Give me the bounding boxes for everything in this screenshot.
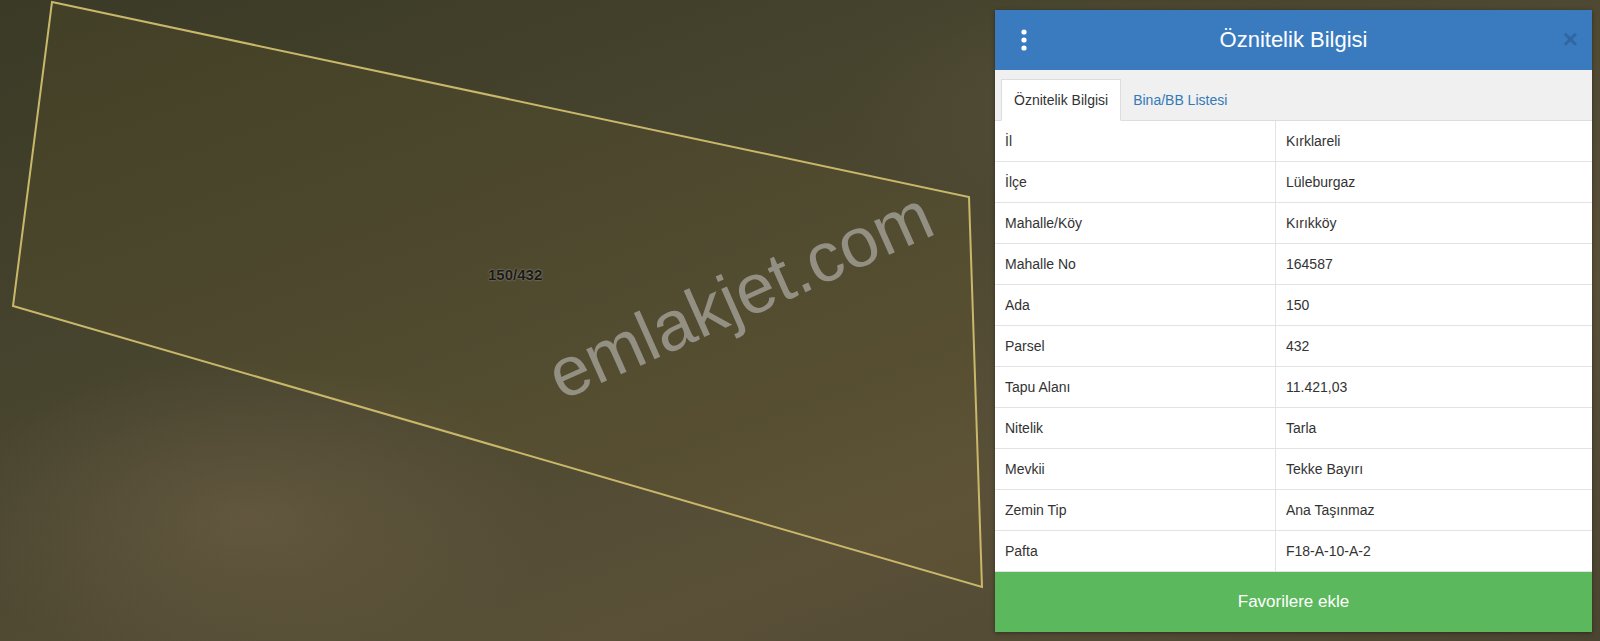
tab-bar: Öznitelik BilgisiBina/BB Listesi bbox=[995, 70, 1592, 121]
attribute-row: İlçeLüleburgaz bbox=[995, 162, 1592, 203]
attribute-value: Lüleburgaz bbox=[1276, 162, 1592, 202]
attribute-label: Mahalle No bbox=[995, 244, 1276, 284]
map-view[interactable]: 150/432emlakjet.comÖznitelik Bilgisi×Özn… bbox=[0, 0, 1600, 641]
attribute-label: Pafta bbox=[995, 531, 1276, 571]
menu-dots-icon[interactable] bbox=[1019, 28, 1029, 52]
attribute-table: İlKırklareliİlçeLüleburgazMahalle/KöyKır… bbox=[995, 121, 1592, 572]
attribute-value: Kırıkköy bbox=[1276, 203, 1592, 243]
attribute-label: Mahalle/Köy bbox=[995, 203, 1276, 243]
attribute-label: Tapu Alanı bbox=[995, 367, 1276, 407]
attribute-label: Zemin Tip bbox=[995, 490, 1276, 530]
parcel-boundary[interactable] bbox=[13, 2, 982, 587]
attribute-row: NitelikTarla bbox=[995, 408, 1592, 449]
attribute-label: Mevkii bbox=[995, 449, 1276, 489]
attribute-value: Tekke Bayırı bbox=[1276, 449, 1592, 489]
close-button[interactable]: × bbox=[1563, 24, 1578, 55]
panel-title: Öznitelik Bilgisi bbox=[1220, 27, 1368, 53]
attribute-row: Mahalle No164587 bbox=[995, 244, 1592, 285]
attribute-row: Mahalle/KöyKırıkköy bbox=[995, 203, 1592, 244]
attribute-panel: Öznitelik Bilgisi×Öznitelik BilgisiBina/… bbox=[995, 10, 1592, 632]
attribute-row: MevkiiTekke Bayırı bbox=[995, 449, 1592, 490]
attribute-row: Parsel432 bbox=[995, 326, 1592, 367]
attribute-label: İlçe bbox=[995, 162, 1276, 202]
attribute-value: Kırklareli bbox=[1276, 121, 1592, 161]
attribute-value: Tarla bbox=[1276, 408, 1592, 448]
attribute-row: Tapu Alanı11.421,03 bbox=[995, 367, 1592, 408]
attribute-value: 150 bbox=[1276, 285, 1592, 325]
tab[interactable]: Bina/BB Listesi bbox=[1121, 80, 1239, 120]
attribute-row: PaftaF18-A-10-A-2 bbox=[995, 531, 1592, 572]
tab[interactable]: Öznitelik Bilgisi bbox=[1001, 79, 1121, 121]
attribute-value: 164587 bbox=[1276, 244, 1592, 284]
attribute-label: İl bbox=[995, 121, 1276, 161]
attribute-value: 432 bbox=[1276, 326, 1592, 366]
parcel-label: 150/432 bbox=[488, 266, 542, 283]
attribute-label: Ada bbox=[995, 285, 1276, 325]
attribute-label: Nitelik bbox=[995, 408, 1276, 448]
panel-header: Öznitelik Bilgisi × bbox=[995, 10, 1592, 70]
attribute-row: Zemin TipAna Taşınmaz bbox=[995, 490, 1592, 531]
attribute-row: İlKırklareli bbox=[995, 121, 1592, 162]
attribute-label: Parsel bbox=[995, 326, 1276, 366]
attribute-row: Ada150 bbox=[995, 285, 1592, 326]
favorite-button[interactable]: Favorilere ekle bbox=[995, 572, 1592, 632]
attribute-value: 11.421,03 bbox=[1276, 367, 1592, 407]
attribute-value: F18-A-10-A-2 bbox=[1276, 531, 1592, 571]
attribute-value: Ana Taşınmaz bbox=[1276, 490, 1592, 530]
